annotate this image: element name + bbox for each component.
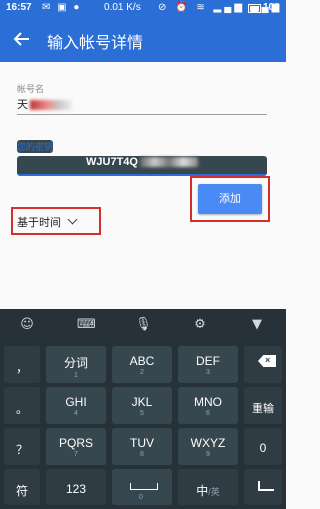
account-name-label: 帐号名	[17, 85, 45, 95]
key-8[interactable]: TUV 8	[112, 428, 172, 465]
page-title: 输入帐号详情	[47, 33, 144, 52]
app-bar: 输入帐号详情	[0, 16, 286, 62]
key-type-value: 基于时间	[17, 216, 61, 229]
account-name-field[interactable]: 天	[17, 96, 267, 115]
settings-icon[interactable]: ⚙	[192, 317, 208, 333]
key-type-dropdown[interactable]: 基于时间	[17, 214, 78, 230]
back-arrow-icon[interactable]	[12, 29, 32, 49]
key-question[interactable]: ？	[4, 428, 40, 465]
account-name-value: 天	[17, 98, 28, 111]
redacted-text	[30, 100, 72, 110]
enter-icon	[258, 481, 274, 491]
key-enter[interactable]	[244, 469, 282, 505]
collapse-keyboard-icon[interactable]: ▼	[249, 317, 265, 333]
mic-icon[interactable]: 🎙	[135, 317, 152, 333]
keyboard-icon[interactable]: ⌨	[77, 317, 96, 333]
key-7[interactable]: PQRS 7	[46, 428, 106, 465]
form-area: 帐号名 天 您的密钥 WJU7T4Q 基于时间 添加	[0, 62, 286, 305]
chevron-down-icon	[67, 214, 78, 225]
type-highlight-box: 基于时间	[11, 207, 101, 235]
key-language[interactable]: 中/英	[178, 469, 238, 505]
status-bar: 16:57 ✉ ▣ ● 0.01 K/s ⊘ ⏰ ≋ ▂▄▆ ▂▄▆ 100	[0, 0, 286, 16]
key-2[interactable]: ABC 2	[112, 346, 172, 383]
key-1[interactable]: 分词 1	[46, 346, 106, 383]
key-comma[interactable]: ，	[4, 346, 40, 383]
key-0[interactable]: 0	[244, 428, 282, 465]
battery-icon	[248, 4, 261, 13]
key-space[interactable]: 0	[112, 469, 172, 505]
key-numbers[interactable]: 123	[46, 469, 106, 505]
status-time: 16:57	[6, 2, 32, 13]
add-highlight-box: 添加	[190, 176, 270, 222]
network-speed: 0.01 K/s	[104, 2, 141, 13]
space-icon	[130, 483, 158, 490]
notification-icons: ✉ ▣ ●	[42, 2, 82, 13]
secret-key-field[interactable]: WJU7T4Q	[17, 156, 267, 176]
battery-level: 100	[263, 2, 280, 13]
key-reinput[interactable]: 重输	[244, 387, 282, 424]
add-button[interactable]: 添加	[198, 184, 262, 214]
key-4[interactable]: GHI 4	[46, 387, 106, 424]
key-9[interactable]: WXYZ 9	[178, 428, 238, 465]
key-symbols[interactable]: 符	[4, 469, 40, 505]
key-delete[interactable]: ×	[244, 346, 282, 383]
key-3[interactable]: DEF 3	[178, 346, 238, 383]
redacted-text	[139, 157, 198, 168]
keyboard-toolbar: ☺ ⌨ 🎙 ⚙ ▼	[0, 309, 286, 341]
keyboard: ☺ ⌨ 🎙 ⚙ ▼ ， 分词 1 ABC 2 DEF 3 × 。 GHI 4 JKL 5 …	[0, 309, 286, 509]
secret-key-value: WJU7T4Q	[86, 156, 138, 168]
secret-key-label: 您的密钥	[17, 140, 54, 153]
emoji-icon[interactable]: ☺	[19, 317, 35, 333]
key-period[interactable]: 。	[4, 387, 40, 424]
key-5[interactable]: JKL 5	[112, 387, 172, 424]
key-6[interactable]: MNO 6	[178, 387, 238, 424]
